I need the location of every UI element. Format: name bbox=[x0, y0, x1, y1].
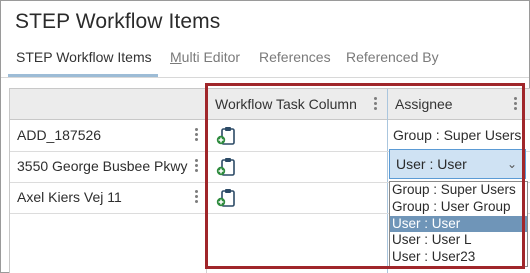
workflow-items-table: Workflow Task Column Assignee ADD_187526… bbox=[9, 88, 530, 273]
tab-references[interactable]: References bbox=[259, 49, 331, 65]
assignee-select-value: User : User bbox=[396, 156, 467, 172]
tab-bar: STEP Workflow Items Multi Editor Referen… bbox=[1, 47, 529, 78]
assignee-select[interactable]: User : User ⌄ bbox=[389, 149, 526, 179]
row-name: Axel Kiers Vej 11 bbox=[17, 189, 122, 205]
clipboard-add-icon[interactable] bbox=[216, 126, 238, 146]
clipboard-add-icon[interactable] bbox=[216, 188, 238, 208]
row-menu-icon[interactable] bbox=[195, 128, 199, 143]
row-menu-icon[interactable] bbox=[195, 159, 199, 174]
tab-multi-editor-mnemonic: M bbox=[170, 49, 182, 65]
tab-multi-editor[interactable]: Multi Editor bbox=[170, 49, 240, 65]
dropdown-option[interactable]: Group : User Group bbox=[390, 199, 527, 216]
assignee-dropdown-list: Group : Super Users Group : User Group U… bbox=[389, 181, 528, 267]
table-header: Workflow Task Column Assignee bbox=[10, 89, 530, 120]
dropdown-option-selected[interactable]: User : User bbox=[390, 215, 527, 233]
row-name: 3550 George Busbee Pkwy bbox=[17, 158, 188, 174]
page-title: STEP Workflow Items bbox=[15, 10, 221, 33]
row-name: ADD_187526 bbox=[17, 127, 102, 143]
column-menu-icon[interactable] bbox=[374, 97, 378, 112]
tab-multi-editor-label: ulti Editor bbox=[181, 49, 241, 65]
tab-referenced-by[interactable]: Referenced By bbox=[346, 49, 439, 65]
clipboard-add-icon[interactable] bbox=[216, 157, 238, 177]
table-row[interactable]: ADD_187526 Group : Super Users bbox=[10, 120, 530, 152]
dropdown-option[interactable]: User : User23 bbox=[390, 249, 527, 266]
assignee-cell[interactable]: Group : Super Users bbox=[387, 120, 530, 151]
workflow-items-panel: STEP Workflow Items STEP Workflow Items … bbox=[0, 0, 530, 273]
column-header-assignee[interactable]: Assignee bbox=[387, 89, 530, 119]
tab-step-workflow-items[interactable]: STEP Workflow Items bbox=[16, 49, 152, 65]
column-header-name[interactable] bbox=[10, 89, 206, 119]
row-menu-icon[interactable] bbox=[195, 190, 199, 205]
active-tab-indicator bbox=[8, 74, 158, 77]
column-header-workflow-task[interactable]: Workflow Task Column bbox=[207, 89, 385, 119]
dropdown-option[interactable]: User : User L bbox=[390, 232, 527, 249]
dropdown-option[interactable]: Group : Super Users bbox=[390, 182, 527, 199]
chevron-down-icon[interactable]: ⌄ bbox=[507, 150, 517, 178]
column-menu-icon[interactable] bbox=[514, 97, 518, 112]
